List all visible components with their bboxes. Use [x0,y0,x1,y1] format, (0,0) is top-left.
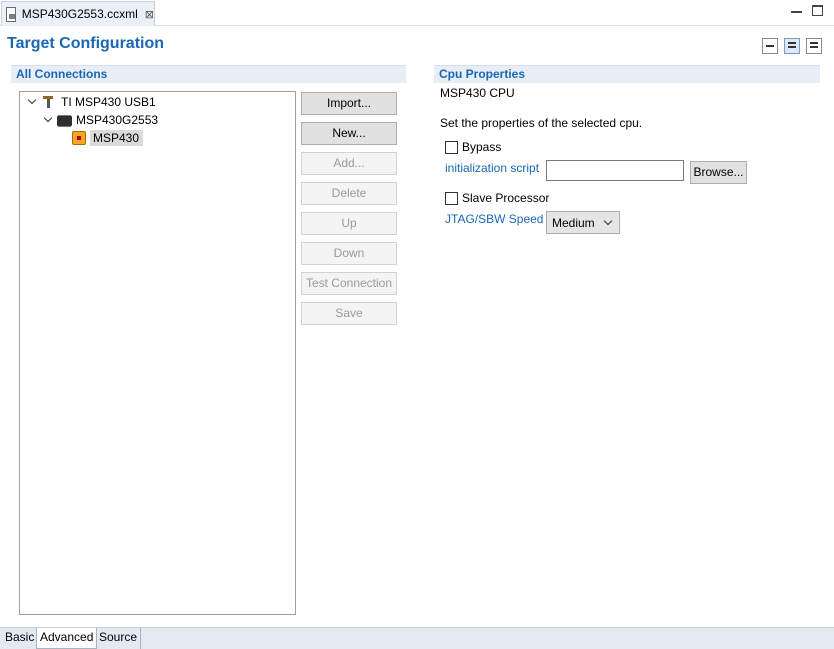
bottom-tab-bar: Basic Advanced Source [0,627,834,649]
new-button[interactable]: New... [301,122,397,145]
page-title: Target Configuration [7,35,165,52]
editor-tab[interactable]: MSP430G2553.ccxml ⊠ [1,1,155,26]
file-icon [6,6,16,22]
header-toolbar [762,38,822,54]
tab-source[interactable]: Source [96,628,142,649]
test-connection-button[interactable]: Test Connection [301,272,397,295]
list-view-icon[interactable] [806,38,822,54]
tree-item-cpu[interactable]: MSP430 [72,129,144,147]
tab-basic[interactable]: Basic [2,628,39,649]
tree-item-label: MSP430G2553 [76,113,159,127]
slave-processor-option[interactable]: Slave Processor [445,191,549,205]
chevron-down-icon[interactable] [28,97,38,107]
tab-advanced[interactable]: Advanced [36,628,98,649]
chevron-down-icon [603,216,613,226]
chevron-down-icon[interactable] [44,115,54,125]
editor-tab-bar: MSP430G2553.ccxml ⊠ [0,0,834,26]
add-button[interactable]: Add... [301,152,397,175]
tree-item-label: TI MSP430 USB1 [61,95,156,109]
jtag-speed-label[interactable]: JTAG/SBW Speed [445,212,543,226]
minimize-icon[interactable] [791,5,802,13]
jtag-speed-value: Medium [552,215,595,230]
tree-item-connection[interactable]: TI MSP430 USB1 [28,93,156,111]
usb-probe-icon [41,94,57,110]
tree-view-icon[interactable] [784,38,800,54]
down-button[interactable]: Down [301,242,397,265]
jtag-speed-select[interactable]: Medium [546,211,620,234]
cpu-properties-header: Cpu Properties [434,65,820,83]
tree-item-device[interactable]: MSP430G2553 [44,111,158,129]
bypass-checkbox[interactable] [445,140,458,154]
delete-button[interactable]: Delete [301,182,397,205]
initialization-script-input[interactable] [546,160,684,181]
initialization-script-label[interactable]: initialization script [445,161,539,175]
editor-tab-title: MSP430G2553.ccxml [21,7,138,21]
tree-item-label: MSP430 [90,130,144,146]
bypass-option[interactable]: Bypass [445,140,501,154]
slave-processor-checkbox[interactable] [445,191,458,205]
import-button[interactable]: Import... [301,92,397,115]
save-button[interactable]: Save [301,302,397,325]
collapse-all-icon[interactable] [762,38,778,54]
cpu-icon [72,131,86,145]
cpu-properties-description: Set the properties of the selected cpu. [440,116,643,130]
all-connections-header: All Connections [11,65,406,83]
chip-icon [57,116,72,126]
bypass-label: Bypass [462,140,502,154]
maximize-icon[interactable] [812,5,823,16]
slave-processor-label: Slave Processor [462,191,550,205]
close-icon[interactable]: ⊠ [145,8,154,21]
cpu-name-label: MSP430 CPU [440,86,515,100]
browse-button[interactable]: Browse... [690,161,747,184]
connections-tree[interactable]: TI MSP430 USB1 MSP430G2553 MSP430 [19,91,296,615]
up-button[interactable]: Up [301,212,397,235]
